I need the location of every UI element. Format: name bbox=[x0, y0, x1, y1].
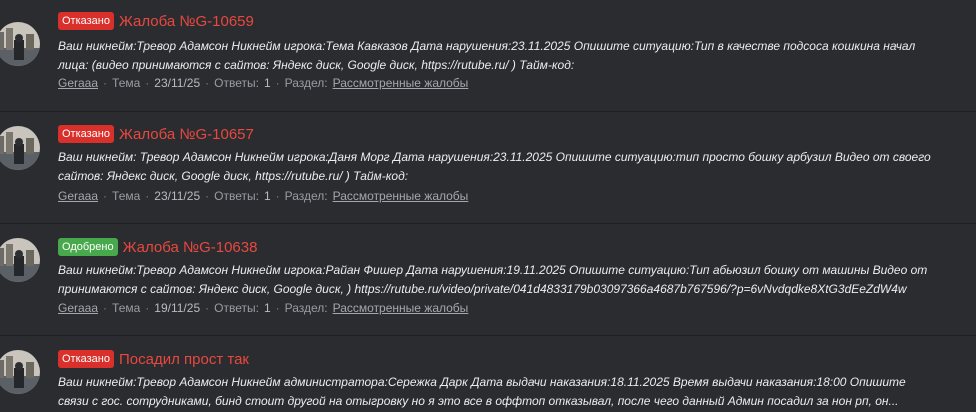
forum-link[interactable]: Рассмотренные жалобы bbox=[333, 189, 469, 203]
separator: · bbox=[275, 189, 280, 203]
snippet-line: принимаются с сайтов: Яндекс диск, Googl… bbox=[58, 282, 907, 296]
snippet-line: сайтов: Яндекс диск, Google диск, https:… bbox=[58, 169, 409, 183]
snippet-line: связи с гос. сотрудниками, бинд стоит др… bbox=[58, 394, 899, 408]
avatar[interactable] bbox=[0, 238, 40, 282]
avatar-image bbox=[0, 238, 40, 282]
list-item: Отказано Посадил прост так Ваш никнейм:Т… bbox=[0, 336, 976, 412]
status-badge: Отказано bbox=[58, 12, 114, 30]
forum-label: Раздел: bbox=[284, 189, 328, 203]
separator: · bbox=[205, 189, 210, 203]
avatar[interactable] bbox=[0, 22, 40, 66]
separator: · bbox=[275, 301, 280, 315]
author-link[interactable]: Geraaa bbox=[58, 189, 98, 203]
meta-row: Geraaa · Тема · 23/11/25 · Ответы: 1 · Р… bbox=[58, 189, 468, 203]
snippet-line: Ваш никнейм:Тревор Адамсон Никнейм игрок… bbox=[58, 39, 916, 53]
list-item: Одобрено Жалоба №G-10638 Ваш никнейм:Тре… bbox=[0, 224, 976, 336]
separator: · bbox=[205, 301, 210, 315]
separator: · bbox=[145, 76, 150, 90]
status-badge: Отказано bbox=[58, 350, 114, 368]
separator: · bbox=[103, 301, 108, 315]
snippet: Ваш никнейм: Тревор Адамсон Никнейм игро… bbox=[58, 148, 931, 186]
title-row: Одобрено Жалоба №G-10638 bbox=[58, 237, 257, 257]
avatar-image bbox=[0, 22, 40, 66]
snippet-line: Ваш никнейм:Тревор Адамсон Никнейм админ… bbox=[58, 375, 906, 389]
replies-label: Ответы: bbox=[214, 189, 259, 203]
date-text: 23/11/25 bbox=[154, 189, 201, 203]
separator: · bbox=[205, 76, 210, 90]
forum-link[interactable]: Рассмотренные жалобы bbox=[333, 301, 469, 315]
list-item: Отказано Жалоба №G-10657 Ваш никнейм: Тр… bbox=[0, 112, 976, 224]
author-link[interactable]: Geraaa bbox=[58, 76, 98, 90]
thread-title-link[interactable]: Жалоба №G-10657 bbox=[119, 126, 254, 143]
thread-label: Тема bbox=[112, 189, 141, 203]
snippet-line: Ваш никнейм: Тревор Адамсон Никнейм игро… bbox=[58, 150, 931, 164]
snippet: Ваш никнейм:Тревор Адамсон Никнейм игрок… bbox=[58, 261, 927, 299]
avatar-image bbox=[0, 350, 40, 394]
list-item: Отказано Жалоба №G-10659 Ваш никнейм:Тре… bbox=[0, 0, 976, 112]
title-row: Отказано Посадил прост так bbox=[58, 349, 249, 369]
forum-label: Раздел: bbox=[284, 76, 328, 90]
meta-row: Geraaa · Тема · 23/11/25 · Ответы: 1 · Р… bbox=[58, 76, 468, 90]
snippet: Ваш никнейм:Тревор Адамсон Никнейм игрок… bbox=[58, 37, 915, 75]
avatar[interactable] bbox=[0, 350, 40, 394]
status-badge: Отказано bbox=[58, 125, 114, 143]
separator: · bbox=[103, 189, 108, 203]
replies-count: 1 bbox=[263, 76, 271, 90]
thread-label: Тема bbox=[112, 301, 141, 315]
forum-label: Раздел: bbox=[284, 301, 328, 315]
thread-label: Тема bbox=[112, 76, 141, 90]
date-text: 19/11/25 bbox=[154, 301, 201, 315]
separator: · bbox=[275, 76, 280, 90]
title-row: Отказано Жалоба №G-10657 bbox=[58, 124, 254, 144]
replies-label: Ответы: bbox=[214, 76, 259, 90]
avatar-image bbox=[0, 126, 40, 170]
date-text: 23/11/25 bbox=[154, 76, 201, 90]
status-badge: Одобрено bbox=[58, 238, 118, 256]
snippet-line: Ваш никнейм:Тревор Адамсон Никнейм игрок… bbox=[58, 263, 928, 277]
separator: · bbox=[103, 76, 108, 90]
author-link[interactable]: Geraaa bbox=[58, 301, 98, 315]
search-results-list: Отказано Жалоба №G-10659 Ваш никнейм:Тре… bbox=[0, 0, 976, 412]
snippet-line: лица: (видео принимаются с сайтов: Яндек… bbox=[58, 58, 575, 72]
thread-title-link[interactable]: Жалоба №G-10659 bbox=[119, 13, 254, 30]
separator: · bbox=[145, 189, 150, 203]
avatar[interactable] bbox=[0, 126, 40, 170]
replies-count: 1 bbox=[263, 301, 271, 315]
thread-title-link[interactable]: Посадил прост так bbox=[119, 351, 249, 368]
forum-link[interactable]: Рассмотренные жалобы bbox=[333, 76, 469, 90]
snippet: Ваш никнейм:Тревор Адамсон Никнейм админ… bbox=[58, 373, 906, 411]
meta-row: Geraaa · Тема · 19/11/25 · Ответы: 1 · Р… bbox=[58, 301, 468, 315]
separator: · bbox=[145, 301, 150, 315]
thread-title-link[interactable]: Жалоба №G-10638 bbox=[123, 239, 258, 256]
title-row: Отказано Жалоба №G-10659 bbox=[58, 11, 254, 31]
replies-count: 1 bbox=[263, 189, 271, 203]
replies-label: Ответы: bbox=[214, 301, 259, 315]
